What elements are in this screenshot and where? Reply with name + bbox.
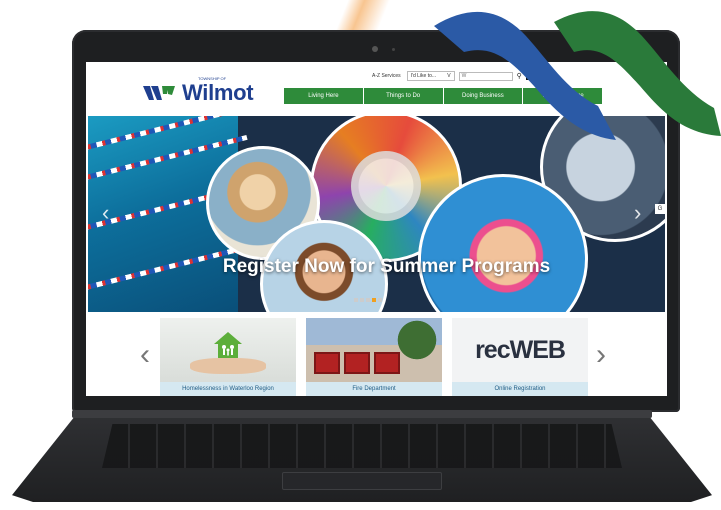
slide-dot[interactable] [366, 298, 370, 302]
site-tagline: TOWNSHIP OF [198, 76, 227, 81]
card-label: Online Registration [452, 382, 588, 396]
laptop-mockup: Wilmot TOWNSHIP OF A-Z Services I'd Like… [0, 0, 721, 510]
card-label: Homelessness in Waterloo Region [160, 382, 296, 396]
recweb-logo-image: recWEB [452, 318, 588, 382]
fire-truck-bay [344, 352, 370, 374]
nav-living-here[interactable]: Living Here [284, 88, 363, 104]
slide-indicators [354, 298, 382, 302]
carousel-prev-arrow[interactable]: ‹ [140, 338, 150, 372]
hero-next-arrow[interactable]: › [634, 200, 641, 226]
card-online-registration[interactable]: recWEB Online Registration [452, 318, 588, 396]
recweb-logo-text: recWEB [475, 335, 566, 364]
hero-caption: Register Now for Summer Programs [222, 256, 551, 277]
side-tab[interactable]: G [655, 204, 665, 214]
card-fire-department[interactable]: Fire Department [306, 318, 442, 396]
webcam-led [392, 48, 395, 51]
laptop-hinge [72, 410, 652, 418]
az-services-link[interactable]: A-Z Services [370, 73, 403, 79]
webcam-icon [372, 46, 378, 52]
wilmot-logo-icon [143, 86, 175, 100]
house-in-hands-image [160, 318, 296, 382]
hero-prev-arrow[interactable]: ‹ [102, 200, 109, 226]
slide-dot[interactable] [354, 298, 358, 302]
tree-shape [394, 318, 440, 362]
carousel-next-arrow[interactable]: › [596, 338, 606, 372]
trackpad [282, 472, 442, 490]
card-homelessness[interactable]: Homelessness in Waterloo Region [160, 318, 296, 396]
slide-dot[interactable] [360, 298, 364, 302]
laptop-base [12, 410, 712, 502]
site-name: Wilmot [182, 80, 254, 105]
fire-truck-bay [314, 352, 340, 374]
quick-links-carousel: ‹ Homelessness in Waterloo Region Fire D… [86, 316, 667, 396]
keyboard-keys [102, 424, 622, 468]
brand-swoosh-graphic [434, 11, 721, 141]
hands-shape [190, 358, 266, 374]
card-label: Fire Department [306, 382, 442, 396]
slide-dot[interactable] [378, 298, 382, 302]
slide-dot-active[interactable] [372, 298, 376, 302]
house-icon [214, 332, 242, 358]
fire-station-image [306, 318, 442, 382]
site-logo[interactable]: Wilmot [142, 80, 254, 106]
